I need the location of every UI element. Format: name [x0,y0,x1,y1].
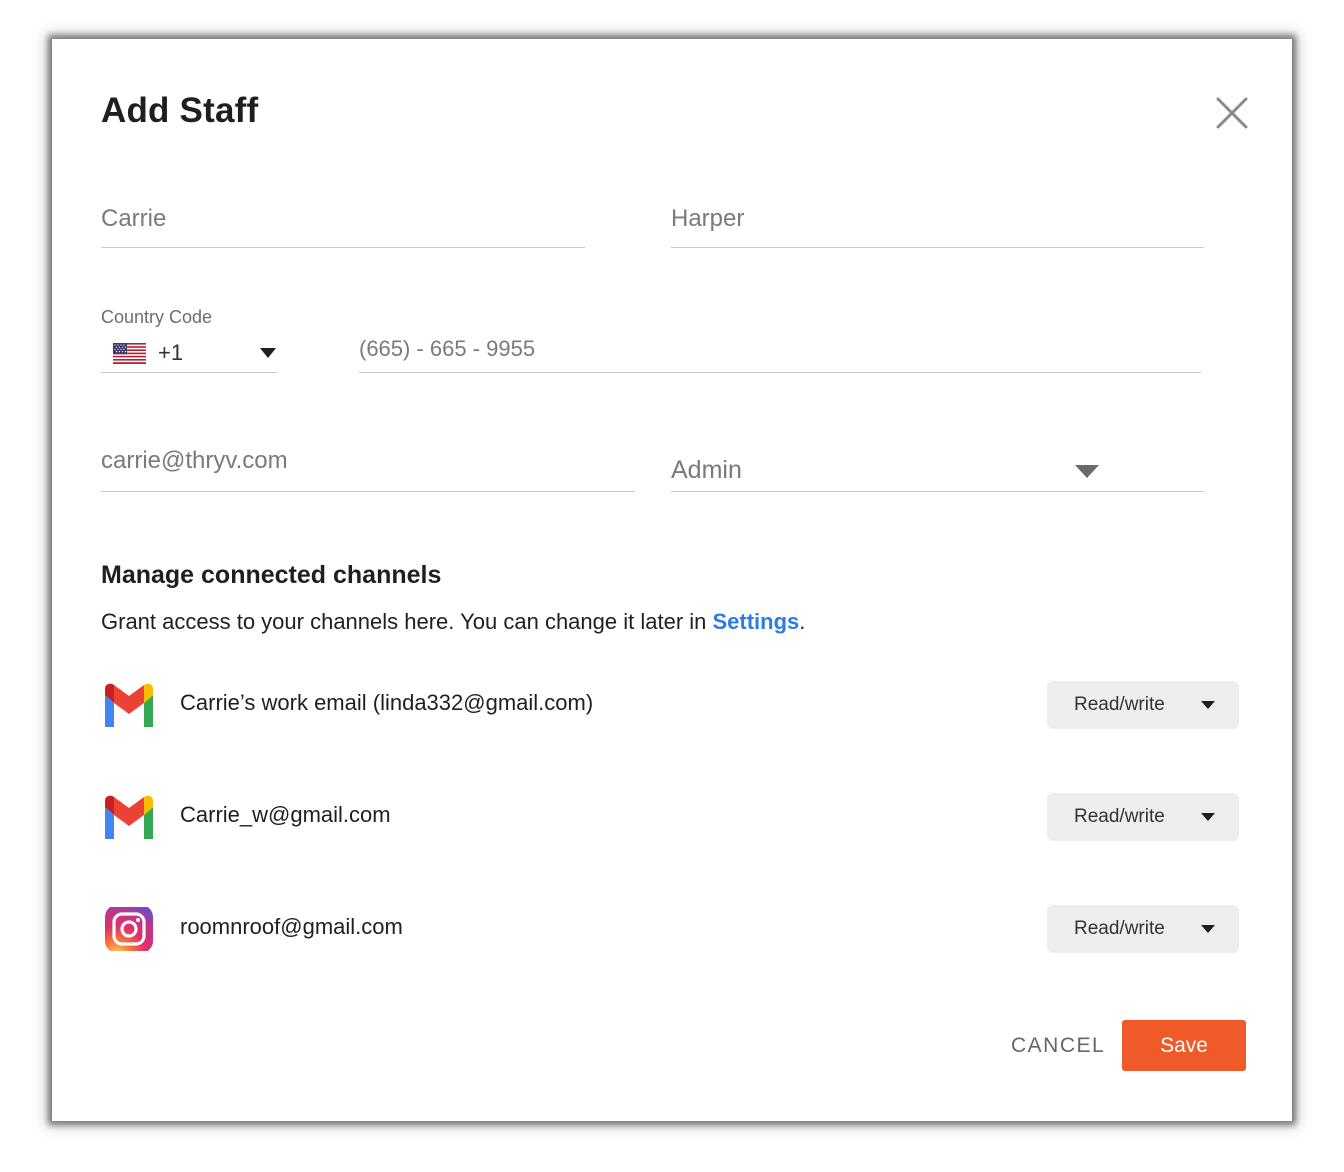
us-flag-icon [113,343,146,364]
channel-label: Carrie’s work email (linda332@gmail.com) [180,690,594,715]
phone-input[interactable] [359,336,1201,362]
close-icon[interactable] [1212,93,1252,133]
role-value: Admin [671,456,742,484]
description-suffix: . [799,609,806,634]
permission-dropdown[interactable]: Read/write [1047,905,1239,953]
phone-field [359,336,1201,373]
permission-value: Read/write [1074,918,1165,939]
email-field [101,447,634,492]
channel-label: Carrie_w@gmail.com [180,802,391,827]
channel-row: Carrie’s work email (linda332@gmail.com)… [101,681,1241,729]
last-name-field [671,205,1204,248]
caret-down-icon [1201,701,1215,709]
channel-row: roomnroof@gmail.com Read/write [101,905,1241,953]
modal-title: Add Staff [101,91,259,130]
role-select[interactable]: Admin [671,447,1204,492]
caret-down-icon [1201,925,1215,933]
instagram-icon [105,907,153,951]
caret-down-icon [1201,813,1215,821]
last-name-input[interactable] [671,205,1204,233]
add-staff-modal: Add Staff Country Code +1 [52,39,1292,1121]
country-code-value: +1 [158,340,184,365]
channel-label: roomnroof@gmail.com [180,914,403,939]
country-code-select[interactable]: +1 [101,336,277,373]
caret-down-icon [260,348,276,358]
gmail-icon [105,795,153,839]
channel-row: Carrie_w@gmail.com Read/write [101,793,1241,841]
first-name-field [101,205,585,248]
description-text: Grant access to your channels here. You … [101,609,713,634]
permission-value: Read/write [1074,694,1165,715]
permission-dropdown[interactable]: Read/write [1047,793,1239,841]
caret-down-icon [1075,465,1099,478]
permission-dropdown[interactable]: Read/write [1047,681,1239,729]
permission-value: Read/write [1074,806,1165,827]
first-name-input[interactable] [101,205,585,233]
save-button[interactable]: Save [1122,1020,1246,1071]
gmail-icon [105,683,153,727]
email-input[interactable] [101,447,634,475]
channels-section-description: Grant access to your channels here. You … [101,609,805,635]
channels-section-title: Manage connected channels [101,561,442,589]
country-code-label: Country Code [101,307,213,327]
cancel-button[interactable]: CANCEL [1011,1034,1105,1058]
settings-link[interactable]: Settings [713,609,800,634]
